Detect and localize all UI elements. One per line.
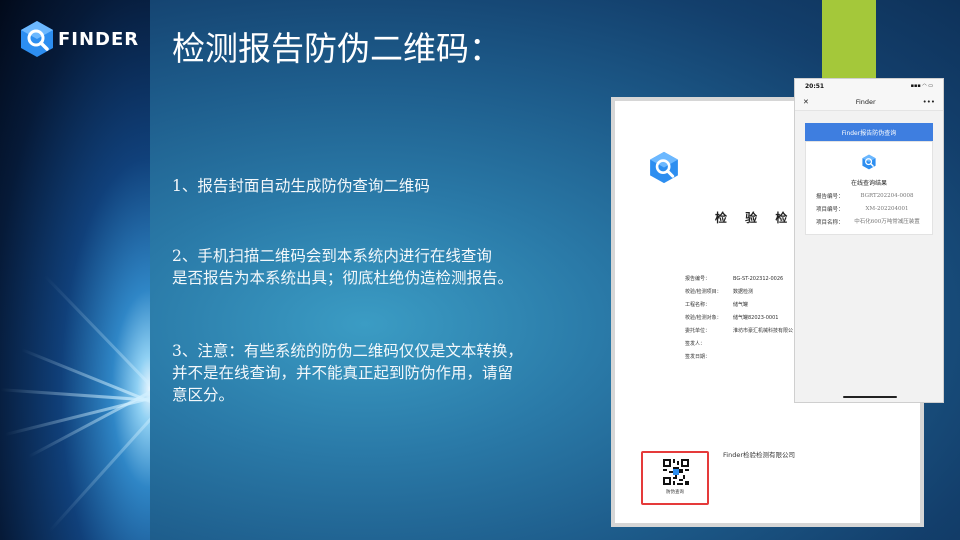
row-value: XM-202204001 xyxy=(865,206,909,212)
field-value: BG-ST-202312-0026 xyxy=(733,276,784,282)
point-3: 3、注意：有些系统的防伪二维码仅仅是文本转换， 并不是在线查询，并不能真正起到防… xyxy=(172,340,523,406)
result-card: 在线查询结果 报告编号： BGRT202204-0008 项目编号： XM-2022… xyxy=(805,141,933,235)
document-field: 校验/检测项目： 数据检测 xyxy=(685,286,793,299)
row-key: 项目名称： xyxy=(816,220,844,226)
point-line: 并不是在线查询，并不能真正起到防伪作用，请留 xyxy=(172,364,514,382)
point-line: 3、注意：有些系统的防伪二维码仅仅是文本转换， xyxy=(172,342,523,360)
document-field: 报告编号： BG-ST-202312-0026 xyxy=(685,273,793,286)
field-value: 数据检测 xyxy=(733,289,754,295)
row-value: 中石化600万吨常减压装置 xyxy=(854,219,920,225)
home-indicator xyxy=(843,396,897,398)
qr-highlight: 防伪查询 xyxy=(641,451,709,505)
query-button[interactable]: Finder报告防伪查询 xyxy=(805,123,933,141)
row-key: 项目编号： xyxy=(816,207,844,213)
point-line: 2、手机扫描二维码会到本系统内进行在线查询 xyxy=(172,247,492,265)
document-field: 校验/检测对象： 储气罐82023-0001 xyxy=(685,312,793,325)
nav-title: Finder xyxy=(855,97,876,106)
company-name: Finder检验检测有限公司 xyxy=(723,451,795,459)
field-key: 签发人： xyxy=(685,341,706,347)
field-key: 委托单位： xyxy=(685,328,711,334)
logo-name: FINDER xyxy=(58,28,140,50)
finder-logo-icon xyxy=(650,151,678,184)
document-field: 签发日期： xyxy=(685,351,793,364)
row-key: 报告编号： xyxy=(816,194,844,200)
qr-caption: 防伪查询 xyxy=(666,490,684,495)
logo: FINDER xyxy=(20,20,139,58)
result-row: 项目编号： XM-202204001 xyxy=(806,205,932,213)
point-line: 1、报告封面自动生成防伪查询二维码 xyxy=(172,177,430,195)
accent-bar xyxy=(822,0,876,78)
document-field: 签发人： xyxy=(685,338,793,351)
phone-screen: 20:51 ▪▪▪ ◠ ▭ ✕ Finder ••• Finder报告防伪查询 … xyxy=(794,78,944,403)
point-2: 2、手机扫描二维码会到本系统内进行在线查询 是否报告为本系统出具；彻底杜绝伪造检… xyxy=(172,245,513,289)
nav-bar: ✕ Finder ••• xyxy=(795,93,943,111)
field-value: 淮坊市豪汇机械科技有限公 xyxy=(733,328,794,334)
row-value: BGRT202204-0008 xyxy=(860,193,914,199)
field-value: 储气罐82023-0001 xyxy=(733,315,779,321)
result-row: 报告编号： BGRT202204-0008 xyxy=(806,192,932,200)
field-value: 储气罐 xyxy=(733,302,749,308)
status-bar: 20:51 ▪▪▪ ◠ ▭ xyxy=(795,79,943,93)
document-field: 委托单位： 淮坊市豪汇机械科技有限公 xyxy=(685,325,793,338)
page-title: 检测报告防伪二维码： xyxy=(172,29,502,68)
finder-logo-icon xyxy=(21,21,53,57)
point-line: 是否报告为本系统出具；彻底杜绝伪造检测报告。 xyxy=(172,269,514,287)
close-icon[interactable]: ✕ xyxy=(803,98,809,106)
point-line: 意区分。 xyxy=(172,386,235,404)
field-key: 校验/检测项目： xyxy=(685,289,722,295)
more-icon[interactable]: ••• xyxy=(923,98,935,106)
signal-icon: ▪▪▪ ◠ ▭ xyxy=(910,83,933,89)
tunnel-background xyxy=(0,0,150,540)
field-key: 报告编号： xyxy=(685,276,711,282)
qr-code-icon[interactable] xyxy=(663,459,689,485)
result-row: 项目名称： 中石化600万吨常减压装置 xyxy=(806,218,932,226)
field-key: 工程名称： xyxy=(685,302,711,308)
document-field: 工程名称： 储气罐 xyxy=(685,299,793,312)
finder-logo-icon xyxy=(862,154,876,170)
document-fields: 报告编号： BG-ST-202312-0026 校验/检测项目： 数据检测 工程名称… xyxy=(685,273,793,364)
result-title: 在线查询结果 xyxy=(850,180,887,187)
point-1: 1、报告封面自动生成防伪查询二维码 xyxy=(172,175,430,197)
status-time: 20:51 xyxy=(805,82,825,90)
field-key: 校验/检测对象： xyxy=(685,315,722,321)
field-key: 签发日期： xyxy=(685,354,711,360)
result-logo xyxy=(806,142,932,170)
